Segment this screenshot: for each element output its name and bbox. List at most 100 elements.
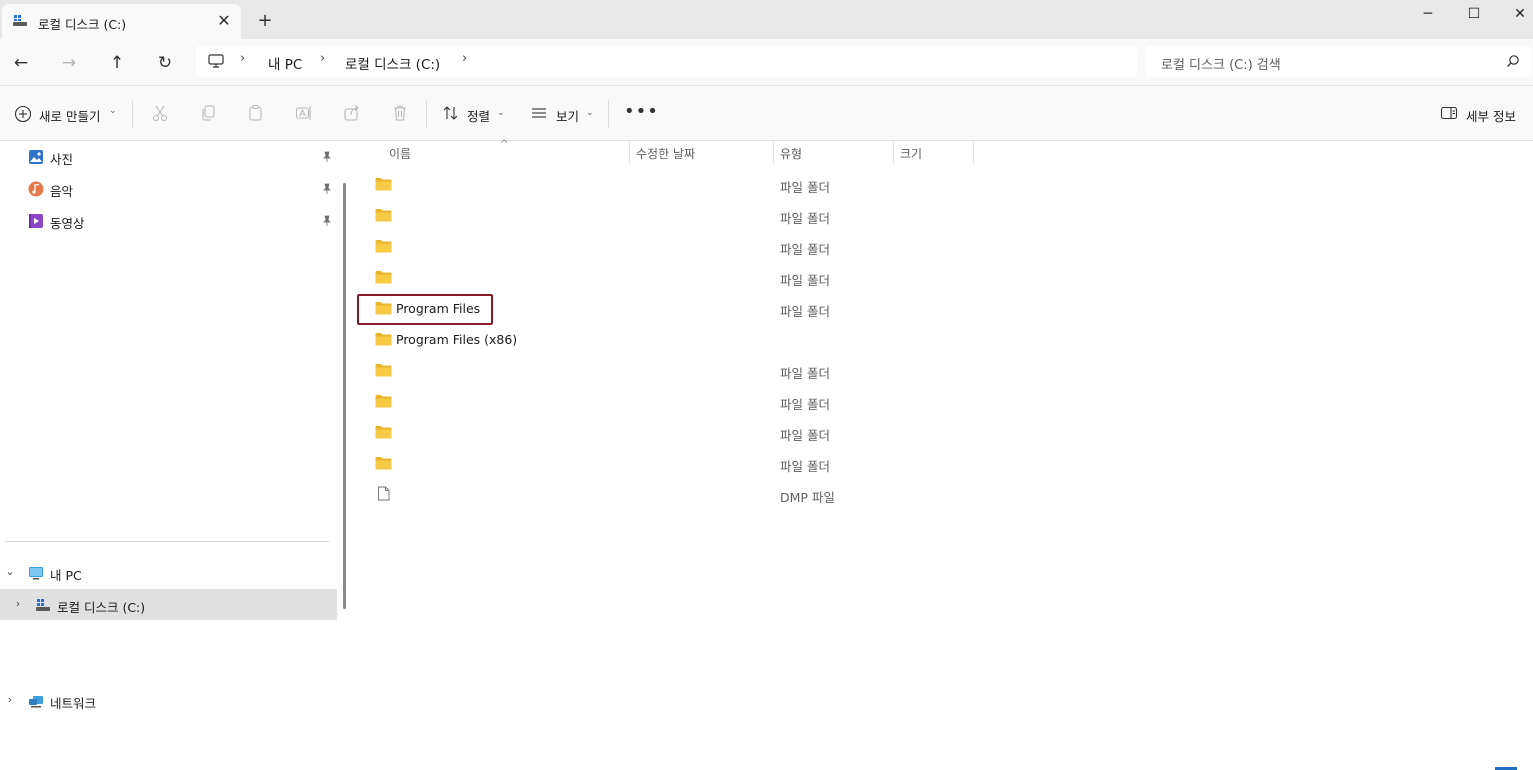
- column-header-modified[interactable]: 수정한 날짜: [636, 145, 695, 162]
- divider: [426, 100, 427, 128]
- command-bar: 새로 만들기 ⌄ 정렬 ⌄ 보기 ⌄ ••• 세부 정보: [0, 86, 1533, 141]
- file-type: 파일 폴더: [780, 180, 830, 195]
- file-type: 파일 폴더: [780, 211, 830, 226]
- new-tab-button[interactable]: +: [255, 11, 275, 31]
- chevron-right-icon[interactable]: ›: [320, 51, 325, 66]
- column-header-type[interactable]: 유형: [780, 145, 802, 162]
- copy-icon[interactable]: [199, 104, 217, 122]
- sort-button[interactable]: 정렬: [467, 106, 490, 125]
- file-row[interactable]: 파일 폴더: [353, 200, 1153, 231]
- view-button[interactable]: 보기: [556, 106, 579, 125]
- file-type: 파일 폴더: [780, 459, 830, 474]
- breadcrumb[interactable]: › 내 PC › 로컬 디스크 (C:) ›: [196, 46, 1137, 77]
- view-list-icon[interactable]: [530, 104, 548, 122]
- column-divider[interactable]: [629, 141, 630, 165]
- nav-item-local-disk[interactable]: › 로컬 디스크 (C:): [0, 589, 337, 620]
- file-row[interactable]: 파일 폴더: [353, 448, 1153, 479]
- nav-item-label: 동영상: [50, 216, 85, 231]
- pin-icon[interactable]: [321, 183, 333, 195]
- breadcrumb-this-pc[interactable]: 내 PC: [268, 53, 302, 73]
- file-type: 파일 폴더: [780, 366, 830, 381]
- pin-icon[interactable]: [321, 151, 333, 163]
- pictures-icon: [29, 150, 43, 164]
- file-type: 파일 폴더: [780, 428, 830, 443]
- nav-item-this-pc[interactable]: ⌄ 내 PC: [0, 557, 337, 588]
- file-type: 파일 폴더: [780, 242, 830, 257]
- tab-title: 로컬 디스크 (C:): [38, 17, 127, 32]
- file-row[interactable]: 파일 폴더: [353, 169, 1153, 200]
- column-divider[interactable]: [773, 141, 774, 165]
- nav-item-videos[interactable]: 동영상: [0, 205, 337, 236]
- new-button-label: 새로 만들기: [39, 109, 101, 124]
- nav-item-pictures[interactable]: 사진: [0, 141, 337, 172]
- file-row[interactable]: 파일 폴더: [353, 355, 1153, 386]
- folder-icon: [375, 333, 392, 346]
- chevron-right-icon[interactable]: ›: [4, 693, 16, 706]
- pin-icon[interactable]: [321, 215, 333, 227]
- drive-icon: [13, 15, 27, 26]
- cut-icon[interactable]: [151, 104, 169, 122]
- drive-icon: [36, 599, 50, 611]
- search-input[interactable]: 로컬 디스크 (C:) 검색: [1161, 54, 1281, 73]
- column-header-size[interactable]: 크기: [900, 145, 922, 162]
- chevron-down-icon: ⌄: [109, 106, 117, 116]
- file-row[interactable]: 파일 폴더: [353, 231, 1153, 262]
- breadcrumb-local-disk[interactable]: 로컬 디스크 (C:): [345, 53, 440, 73]
- file-type: 파일 폴더: [780, 397, 830, 412]
- trash-icon[interactable]: [391, 104, 409, 122]
- column-divider[interactable]: [973, 141, 974, 165]
- details-button[interactable]: 세부 정보: [1466, 106, 1516, 125]
- minimize-button[interactable]: ─: [1405, 0, 1451, 28]
- chevron-right-icon[interactable]: ›: [462, 51, 467, 66]
- close-window-button[interactable]: ✕: [1497, 0, 1533, 28]
- plus-circle-icon: [14, 105, 32, 123]
- chevron-down-icon[interactable]: ⌄: [4, 565, 16, 578]
- file-row[interactable]: 파일 폴더: [353, 386, 1153, 417]
- file-type: DMP 파일: [780, 490, 835, 505]
- search-box[interactable]: 로컬 디스크 (C:) 검색: [1146, 46, 1532, 77]
- paste-icon[interactable]: [247, 104, 265, 122]
- address-bar: ← → ↑ ↻ › 내 PC › 로컬 디스크 (C:) › 로컬 디스크 (C…: [0, 39, 1533, 86]
- sort-icon[interactable]: [442, 104, 460, 122]
- navigation-scrollbar[interactable]: [343, 183, 346, 609]
- chevron-down-icon: ⌄: [497, 108, 505, 118]
- nav-item-label: 네트워크: [50, 696, 97, 711]
- nav-item-music[interactable]: 음악: [0, 173, 337, 204]
- folder-icon: [375, 178, 392, 191]
- maximize-button[interactable]: ☐: [1451, 0, 1497, 28]
- share-icon[interactable]: [343, 104, 361, 122]
- back-button[interactable]: ←: [9, 51, 33, 75]
- forward-button[interactable]: →: [57, 51, 81, 75]
- folder-icon: [375, 457, 392, 470]
- divider: [608, 100, 609, 128]
- close-tab-icon[interactable]: ✕: [214, 11, 234, 31]
- chevron-right-icon[interactable]: ›: [12, 597, 24, 610]
- chevron-right-icon[interactable]: ›: [240, 51, 245, 66]
- tab-local-disk[interactable]: 로컬 디스크 (C:) ✕: [2, 4, 241, 39]
- file-list: ^ 이름 수정한 날짜 유형 크기 파일 폴더 파일 폴더 파일 폴더 파일 폴더 Pr…: [353, 139, 1533, 770]
- up-button[interactable]: ↑: [105, 51, 129, 75]
- rename-icon[interactable]: [295, 104, 313, 122]
- refresh-button[interactable]: ↻: [153, 51, 177, 75]
- file-type: 파일 폴더: [780, 273, 830, 288]
- navigation-pane: 사진 음악 동영상 ⌄ 내 PC › 로컬 디스크 (C:) › 네트워크: [0, 141, 340, 770]
- file-row[interactable]: Program Files (x86): [353, 324, 1153, 355]
- folder-icon: [375, 271, 392, 284]
- folder-icon: [375, 209, 392, 222]
- folder-icon: [375, 395, 392, 408]
- divider: [5, 541, 329, 542]
- file-icon: [378, 486, 390, 501]
- file-row[interactable]: 파일 폴더: [353, 417, 1153, 448]
- column-divider[interactable]: [893, 141, 894, 165]
- nav-item-network[interactable]: › 네트워크: [0, 685, 337, 716]
- title-bar: 로컬 디스크 (C:) ✕ + ─ ☐ ✕: [0, 0, 1533, 39]
- details-pane-icon[interactable]: [1440, 104, 1458, 122]
- more-options-button[interactable]: •••: [624, 101, 659, 122]
- folder-icon: [375, 364, 392, 377]
- file-name: Program Files (x86): [396, 332, 518, 347]
- file-row[interactable]: DMP 파일: [353, 479, 1153, 510]
- chevron-down-icon: ⌄: [586, 108, 594, 118]
- column-header-name[interactable]: 이름: [389, 145, 411, 162]
- nav-item-label: 내 PC: [50, 568, 82, 583]
- file-row[interactable]: 파일 폴더: [353, 262, 1153, 293]
